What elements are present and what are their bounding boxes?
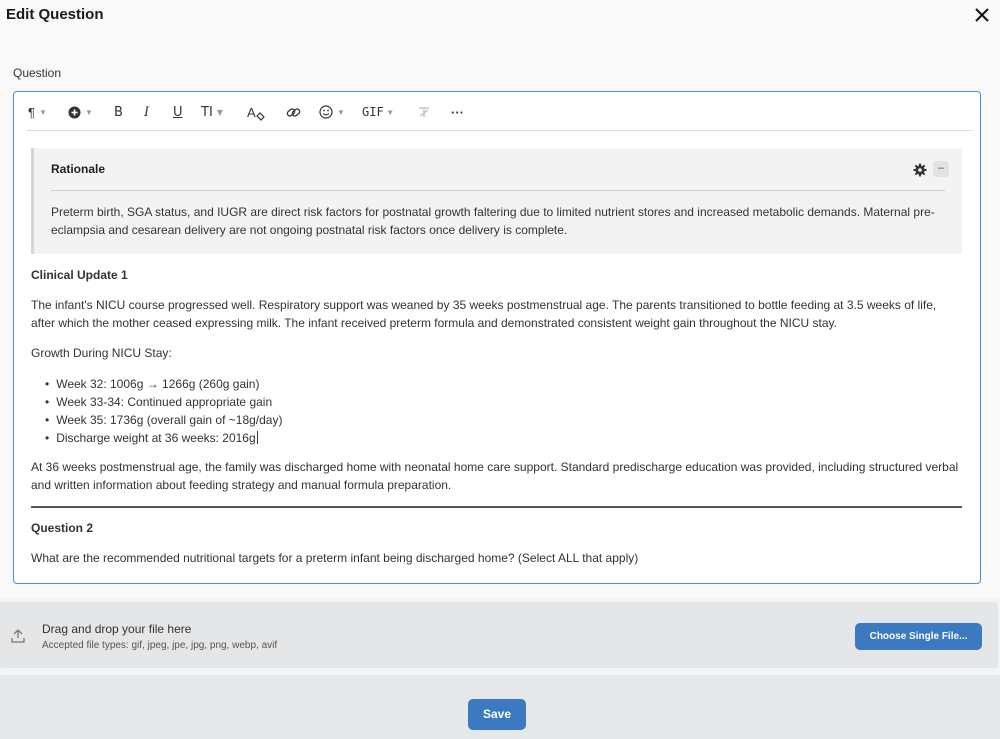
question-text: What are the recommended nutritional tar… <box>31 551 639 565</box>
list-item: Week 33-34: Continued appropriate gain <box>45 393 282 411</box>
text-cursor <box>256 431 258 444</box>
question-heading: Question 2 <box>31 521 94 535</box>
bold-icon: B <box>114 104 123 120</box>
modal-header: Edit Question <box>0 0 1000 36</box>
growth-list: Week 32: 1006g → 1266g (260g gain) Week … <box>45 375 282 447</box>
more-button[interactable]: ··· <box>451 102 464 122</box>
question-field-label: Question <box>13 66 62 80</box>
gif-icon: GIF <box>362 105 384 119</box>
chevron-down-icon: ▼ <box>387 107 393 117</box>
list-item-with-cursor: Discharge weight at 36 weeks: 2016g <box>45 429 282 447</box>
list-item: Week 32: 1006g → 1266g (260g gain) <box>45 375 282 393</box>
text-size-button[interactable]: TI ▼ <box>201 102 223 122</box>
list-item: Discharge weight at 36 weeks: 2016g <box>56 431 256 445</box>
emoji-button[interactable]: ▼ <box>319 102 345 122</box>
link-button[interactable] <box>286 102 301 122</box>
rationale-text: Preterm birth, SGA status, and IUGR are … <box>51 205 935 237</box>
clinical-update-intro: The infant's NICU course progressed well… <box>31 298 937 330</box>
question-editor[interactable]: ¶ ▼ ▼ B I U TI ▼ A ▼ GIF ▼ ··· Rationale… <box>13 91 981 584</box>
clear-format-button[interactable] <box>417 102 431 122</box>
section-divider <box>31 506 962 508</box>
chevron-down-icon: ▼ <box>38 107 47 117</box>
chevron-down-icon: ▼ <box>337 107 345 117</box>
list-item: Week 35: 1736g (overall gain of ~18g/day… <box>45 411 282 429</box>
insert-icon <box>68 106 81 118</box>
save-button[interactable]: Save <box>468 699 526 730</box>
dropzone-label: Drag and drop your file here <box>42 622 192 636</box>
rationale-title: Rationale <box>51 162 106 176</box>
toolbar-divider <box>26 130 973 131</box>
rationale-block: Rationale – Preterm birth, SGA status, a… <box>31 148 962 254</box>
upload-icon <box>11 629 25 643</box>
collapse-button[interactable]: – <box>933 161 949 177</box>
emoji-icon <box>319 105 333 119</box>
text-color-button[interactable]: A <box>247 102 265 122</box>
paragraph-icon: ¶ <box>28 104 35 120</box>
link-icon <box>286 107 301 117</box>
gear-icon[interactable] <box>913 163 927 177</box>
paint-bucket-icon <box>255 111 265 121</box>
paragraph-format-button[interactable]: ¶ ▼ <box>28 102 47 122</box>
italic-icon: I <box>144 104 150 120</box>
file-dropzone[interactable]: Drag and drop your file here Accepted fi… <box>0 602 998 668</box>
accepted-types: Accepted file types: gif, jpeg, jpe, jpg… <box>42 640 278 651</box>
bold-button[interactable]: B <box>114 102 123 122</box>
underline-icon: U <box>173 104 183 120</box>
chevron-down-icon: ▼ <box>85 107 93 117</box>
growth-label: Growth During NICU Stay: <box>31 346 172 360</box>
content-area: Question ¶ ▼ ▼ B I U TI ▼ A ▼ GIF ▼ ··· … <box>0 36 1000 598</box>
underline-button[interactable]: U <box>173 102 183 122</box>
choose-file-button[interactable]: Choose Single File... <box>855 623 982 650</box>
discharge-paragraph: At 36 weeks postmenstrual age, the famil… <box>31 460 959 492</box>
close-icon[interactable] <box>972 5 992 25</box>
text-size-icon: TI <box>201 104 213 120</box>
insert-button[interactable]: ▼ <box>68 102 93 122</box>
more-icon: ··· <box>451 104 464 120</box>
text-color-icon: A <box>247 104 256 120</box>
gif-button[interactable]: GIF ▼ <box>362 102 393 122</box>
italic-button[interactable]: I <box>144 102 149 122</box>
chevron-down-icon: ▼ <box>216 107 223 117</box>
modal-title: Edit Question <box>6 6 104 23</box>
modal-footer: Save <box>0 675 1000 739</box>
clinical-update-heading: Clinical Update 1 <box>31 268 128 282</box>
editor-toolbar: ¶ ▼ ▼ B I U TI ▼ A ▼ GIF ▼ ··· <box>14 92 980 131</box>
clear-format-icon <box>419 107 429 117</box>
rationale-divider <box>51 190 945 191</box>
